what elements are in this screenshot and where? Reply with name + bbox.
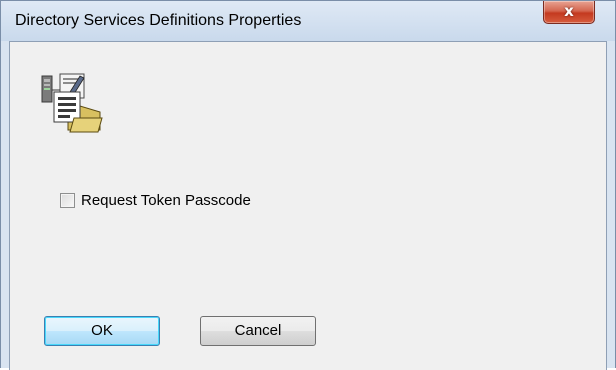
directory-services-icon (41, 73, 103, 133)
request-token-passcode-checkbox[interactable] (60, 192, 75, 208)
dialog-window: Directory Services Definitions Propertie… (0, 0, 616, 370)
close-icon: x (564, 2, 574, 20)
window-title: Directory Services Definitions Propertie… (15, 12, 302, 29)
request-token-passcode-option[interactable]: Request Token Passcode (60, 190, 251, 210)
title-bar[interactable]: Directory Services Definitions Propertie… (1, 1, 615, 41)
ok-button[interactable]: OK (44, 316, 160, 346)
close-button[interactable]: x (543, 1, 595, 24)
cancel-button[interactable]: Cancel (200, 316, 316, 346)
dialog-body: Request Token Passcode OK Cancel (9, 41, 607, 370)
request-token-passcode-label[interactable]: Request Token Passcode (81, 192, 251, 209)
